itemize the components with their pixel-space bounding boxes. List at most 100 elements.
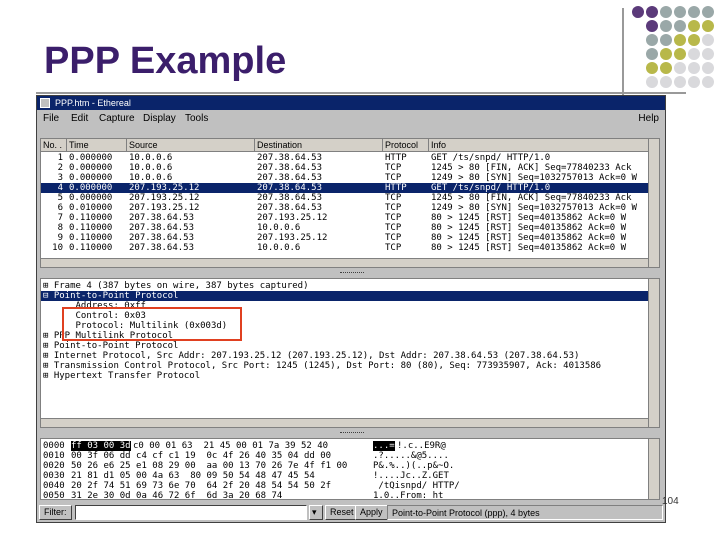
menu-tools[interactable]: Tools — [185, 110, 208, 128]
menu-help[interactable]: Help — [638, 110, 659, 128]
decorative-dot — [674, 20, 686, 32]
packet-row[interactable]: 5 0.000000 207.193.25.12 207.38.64.53 TCP 124… — [41, 193, 650, 203]
decorative-dot — [688, 6, 700, 18]
hex-bytes[interactable]: 31 2e 30 0d 0a 46 72 6f 6d 3a 20 68 74 — [71, 491, 282, 499]
packet-row[interactable]: 4 0.000000 207.193.25.12 207.38.64.53 HTTP GE… — [41, 183, 650, 193]
decorative-dot — [674, 6, 686, 18]
hex-ascii[interactable]: P&.%..)(..p&~O. — [373, 461, 454, 471]
decorative-dot — [688, 62, 700, 74]
packet-row[interactable]: 1 0.000000 10.0.0.6 207.38.64.53 HTTP GET /ts… — [41, 153, 650, 163]
filter-dropdown-icon[interactable]: ▾ — [309, 505, 323, 520]
decorative-dot — [674, 34, 686, 46]
decorative-dot — [688, 76, 700, 88]
packet-row[interactable]: 2 0.000000 10.0.0.6 207.38.64.53 TCP 1245 > 8… — [41, 163, 650, 173]
packet-row[interactable]: 6 0.010000 207.193.25.12 207.38.64.53 TCP 124… — [41, 203, 650, 213]
hex-off[interactable]: 0000 — [43, 441, 65, 451]
packet-cell-info: 1245 > 80 [FIN, ACK] Seq=77840233 Ack — [431, 163, 632, 173]
hex-ascii[interactable]: !....Jc..Z.GET — [373, 471, 449, 481]
column-header-info[interactable]: Info — [429, 139, 650, 152]
filter-button[interactable]: Filter: — [39, 505, 72, 520]
hex-ascii[interactable]: !.c..E9R@ — [397, 441, 446, 451]
packet-row[interactable]: 9 0.110000 207.38.64.53 207.193.25.12 TCP 80 … — [41, 233, 650, 243]
packet-list-scrollbar[interactable] — [648, 139, 659, 267]
hex-bytes[interactable]: 00 3f 06 dd c4 cf c1 19 0c 4f 26 40 35 0… — [71, 451, 331, 461]
decorative-dot — [646, 62, 658, 74]
menu-display[interactable]: Display — [143, 110, 176, 128]
filter-input[interactable] — [75, 505, 307, 520]
hex-off[interactable]: 0010 — [43, 451, 65, 461]
pane-splitter-bottom[interactable] — [40, 430, 660, 436]
packet-cell-no: 5 — [57, 193, 63, 203]
menu-file[interactable]: File — [43, 110, 59, 128]
hex-ascii[interactable]: 1.0..From: ht — [373, 491, 443, 499]
packet-row[interactable]: 10 0.110000 207.38.64.53 10.0.0.6 TCP 80 > 12… — [41, 243, 650, 253]
packet-cell-dst: 10.0.0.6 — [257, 223, 301, 233]
hex-ascii[interactable]: /tQisnpd/ HTTP/ — [373, 481, 459, 491]
pane-splitter-top[interactable] — [40, 270, 660, 276]
detail-tree-row[interactable]: ⊞ Hypertext Transfer Protocol — [41, 371, 650, 381]
hex-hl[interactable]: ff 03 00 3d — [71, 441, 131, 451]
packet-list-pane[interactable]: No. . Time Source Destination Protocol I… — [40, 138, 660, 268]
decorative-dot — [702, 6, 714, 18]
packet-cell-src: 207.38.64.53 — [129, 213, 195, 223]
packet-cell-dst: 207.193.25.12 — [257, 213, 328, 223]
packet-row[interactable]: 8 0.110000 207.38.64.53 10.0.0.6 TCP 80 > 124… — [41, 223, 650, 233]
packet-cell-src: 207.193.25.12 — [129, 193, 200, 203]
detail-tree-row[interactable]: ⊞ Point-to-Point Protocol — [41, 341, 650, 351]
decorative-dot — [660, 6, 672, 18]
packet-cell-time: 0.110000 — [69, 243, 113, 253]
hex-off[interactable]: 0030 — [43, 471, 65, 481]
hex-ascii-hl[interactable]: ...= — [373, 441, 395, 451]
decorative-dot — [688, 34, 700, 46]
packet-list-hscrollbar[interactable] — [41, 258, 648, 267]
packet-cell-dst: 207.38.64.53 — [257, 153, 323, 163]
decorative-dot — [660, 48, 672, 60]
hex-off[interactable]: 0020 — [43, 461, 65, 471]
hex-bytes[interactable]: 21 81 d1 05 00 4a 63 80 09 50 54 48 47 4… — [71, 471, 315, 481]
hex-ascii[interactable]: .?.....&@5.... — [373, 451, 449, 461]
packet-cell-proto: HTTP — [385, 183, 407, 193]
packet-row[interactable]: 7 0.110000 207.38.64.53 207.193.25.12 TCP 80 … — [41, 213, 650, 223]
details-scrollbar[interactable] — [648, 279, 659, 427]
column-header-destination[interactable]: Destination — [255, 139, 383, 152]
decorative-dot — [702, 76, 714, 88]
hex-bytes[interactable]: c0 00 01 63 21 45 00 01 7a 39 52 40 — [133, 441, 328, 451]
packet-cell-dst: 207.38.64.53 — [257, 183, 323, 193]
column-header-protocol[interactable]: Protocol — [383, 139, 429, 152]
packet-cell-proto: TCP — [385, 203, 402, 213]
decorative-dot — [646, 34, 658, 46]
menu-edit[interactable]: Edit — [71, 110, 88, 128]
menu-capture[interactable]: Capture — [99, 110, 135, 128]
hex-bytes[interactable]: 50 26 e6 25 e1 08 29 00 aa 00 13 70 26 7… — [71, 461, 347, 471]
hex-off[interactable]: 0040 — [43, 481, 65, 491]
packet-list-header: No. . Time Source Destination Protocol I… — [41, 139, 650, 152]
column-header-no[interactable]: No. . — [41, 139, 67, 152]
status-bar: Filter: ▾ Reset Apply Point-to-Point Pro… — [37, 502, 665, 522]
detail-tree-row[interactable]: ⊞ Transmission Control Protocol, Src Por… — [41, 361, 650, 371]
detail-tree-row[interactable]: ⊟ Point-to-Point Protocol — [41, 291, 650, 301]
packet-cell-proto: TCP — [385, 223, 402, 233]
hex-bytes[interactable]: 20 2f 74 51 69 73 6e 70 64 2f 20 48 54 5… — [71, 481, 331, 491]
packet-cell-no: 7 — [57, 213, 63, 223]
decorative-dot — [660, 20, 672, 32]
decorative-dot — [688, 48, 700, 60]
packet-cell-info: 1245 > 80 [FIN, ACK] Seq=77840233 Ack — [431, 193, 632, 203]
detail-tree-row[interactable]: ⊞ Internet Protocol, Src Addr: 207.193.2… — [41, 351, 650, 361]
packet-cell-proto: TCP — [385, 213, 402, 223]
hex-off[interactable]: 0050 — [43, 491, 65, 499]
reset-button[interactable]: Reset — [325, 505, 359, 520]
packet-cell-time: 0.110000 — [69, 223, 113, 233]
details-hscrollbar[interactable] — [41, 418, 648, 427]
column-header-time[interactable]: Time — [67, 139, 127, 152]
window-titlebar[interactable]: PPP.htm - Ethereal — [37, 96, 665, 110]
detail-tree-row[interactable]: ⊞ Frame 4 (387 bytes on wire, 387 bytes … — [41, 281, 650, 291]
hex-dump-pane[interactable]: 0000 ff 03 00 3d c0 00 01 63 21 45 00 01 7… — [40, 438, 660, 500]
hex-scrollbar[interactable] — [648, 439, 659, 499]
packet-details-pane[interactable]: ⊞ Frame 4 (387 bytes on wire, 387 bytes … — [40, 278, 660, 428]
column-header-source[interactable]: Source — [127, 139, 255, 152]
packet-row[interactable]: 3 0.000000 10.0.0.6 207.38.64.53 TCP 1249 > 8… — [41, 173, 650, 183]
apply-button[interactable]: Apply — [355, 505, 388, 520]
packet-cell-proto: TCP — [385, 233, 402, 243]
packet-cell-no: 2 — [57, 163, 63, 173]
packet-cell-no: 6 — [57, 203, 63, 213]
